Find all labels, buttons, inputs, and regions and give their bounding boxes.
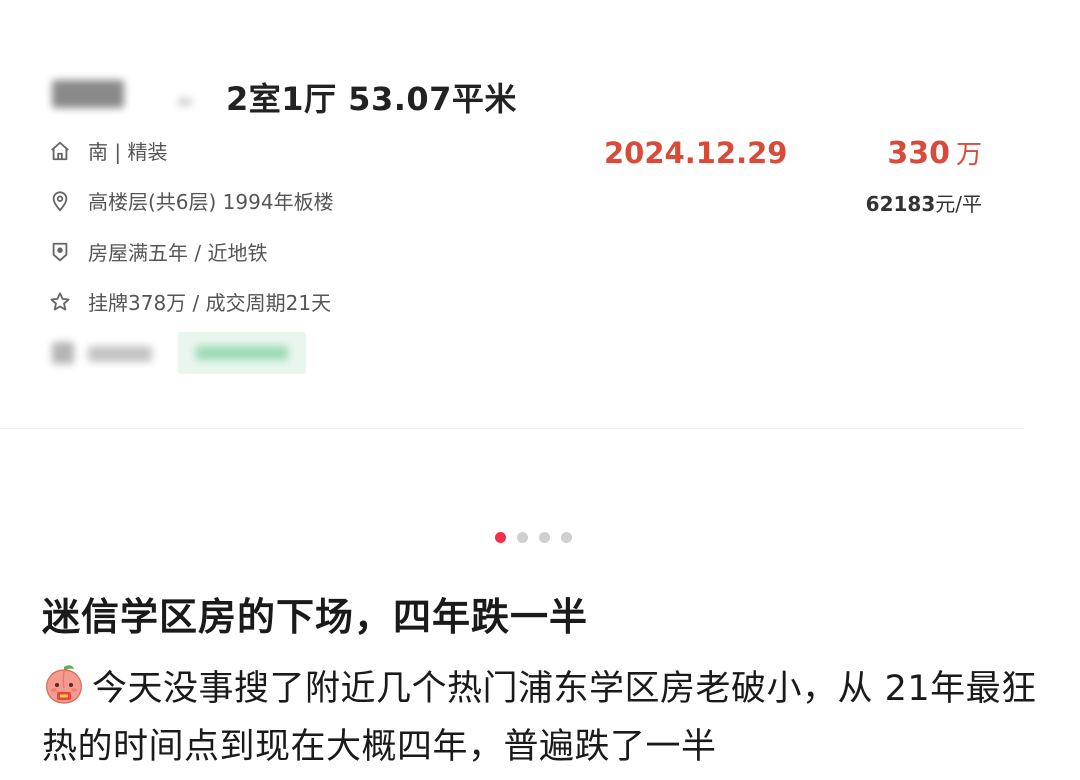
unit-price-value: 62183 [865,192,936,216]
price-unit: 万 [955,140,982,170]
community-name-blurred-tail [178,98,192,106]
star-icon [48,290,72,314]
price-value: 330 [887,136,950,171]
attribute-text: 房屋满五年 / 近地铁 [88,241,268,265]
house-icon [48,139,72,163]
listing-title: 2室1厅 53.07平米 [226,80,517,118]
peach-money-emoji-icon [42,662,86,706]
listing-card[interactable]: 2室1厅 53.07平米 南 | 精装 高楼层(共6层) 1994年板楼 房屋满… [0,0,1040,430]
tag-blurred [178,332,306,374]
post-body-text: 今天没事搜了附近几个热门浦东学区房老破小，从 21年最狂热的时间点到现在大概四年… [42,669,1037,767]
agent-avatar-blurred [52,342,74,364]
attribute-text: 挂牌378万 / 成交周期21天 [88,291,332,315]
divider [0,428,1024,429]
carousel-indicator[interactable] [495,532,572,543]
post-body: 今天没事搜了附近几个热门浦东学区房老破小，从 21年最狂热的时间点到现在大概四年… [42,660,1042,776]
unit-price-suffix: 元/平 [935,192,982,216]
agent-name-blurred [88,346,152,362]
attribute-row-floor: 高楼层(共6层) 1994年板楼 [48,186,334,215]
attribute-row-features: 房屋满五年 / 近地铁 [48,237,267,266]
attribute-text: 南 | 精装 [88,140,168,164]
location-pin-icon [48,189,72,213]
attribute-row-orientation: 南 | 精装 [48,136,167,165]
post-title: 迷信学区房的下场，四年跌一半 [42,595,589,639]
attribute-row-listing: 挂牌378万 / 成交周期21天 [48,287,331,316]
unit-price: 62183元/平 [866,188,982,217]
deal-date: 2024.12.29 [604,136,788,170]
carousel-dot-3[interactable] [539,532,550,543]
shield-icon [48,240,72,264]
community-name-blurred [52,80,124,108]
carousel-dot-4[interactable] [561,532,572,543]
deal-price: 330 万 [887,134,982,171]
carousel-dot-1[interactable] [495,532,506,543]
carousel-dot-2[interactable] [517,532,528,543]
attribute-text: 高楼层(共6层) 1994年板楼 [88,190,334,214]
